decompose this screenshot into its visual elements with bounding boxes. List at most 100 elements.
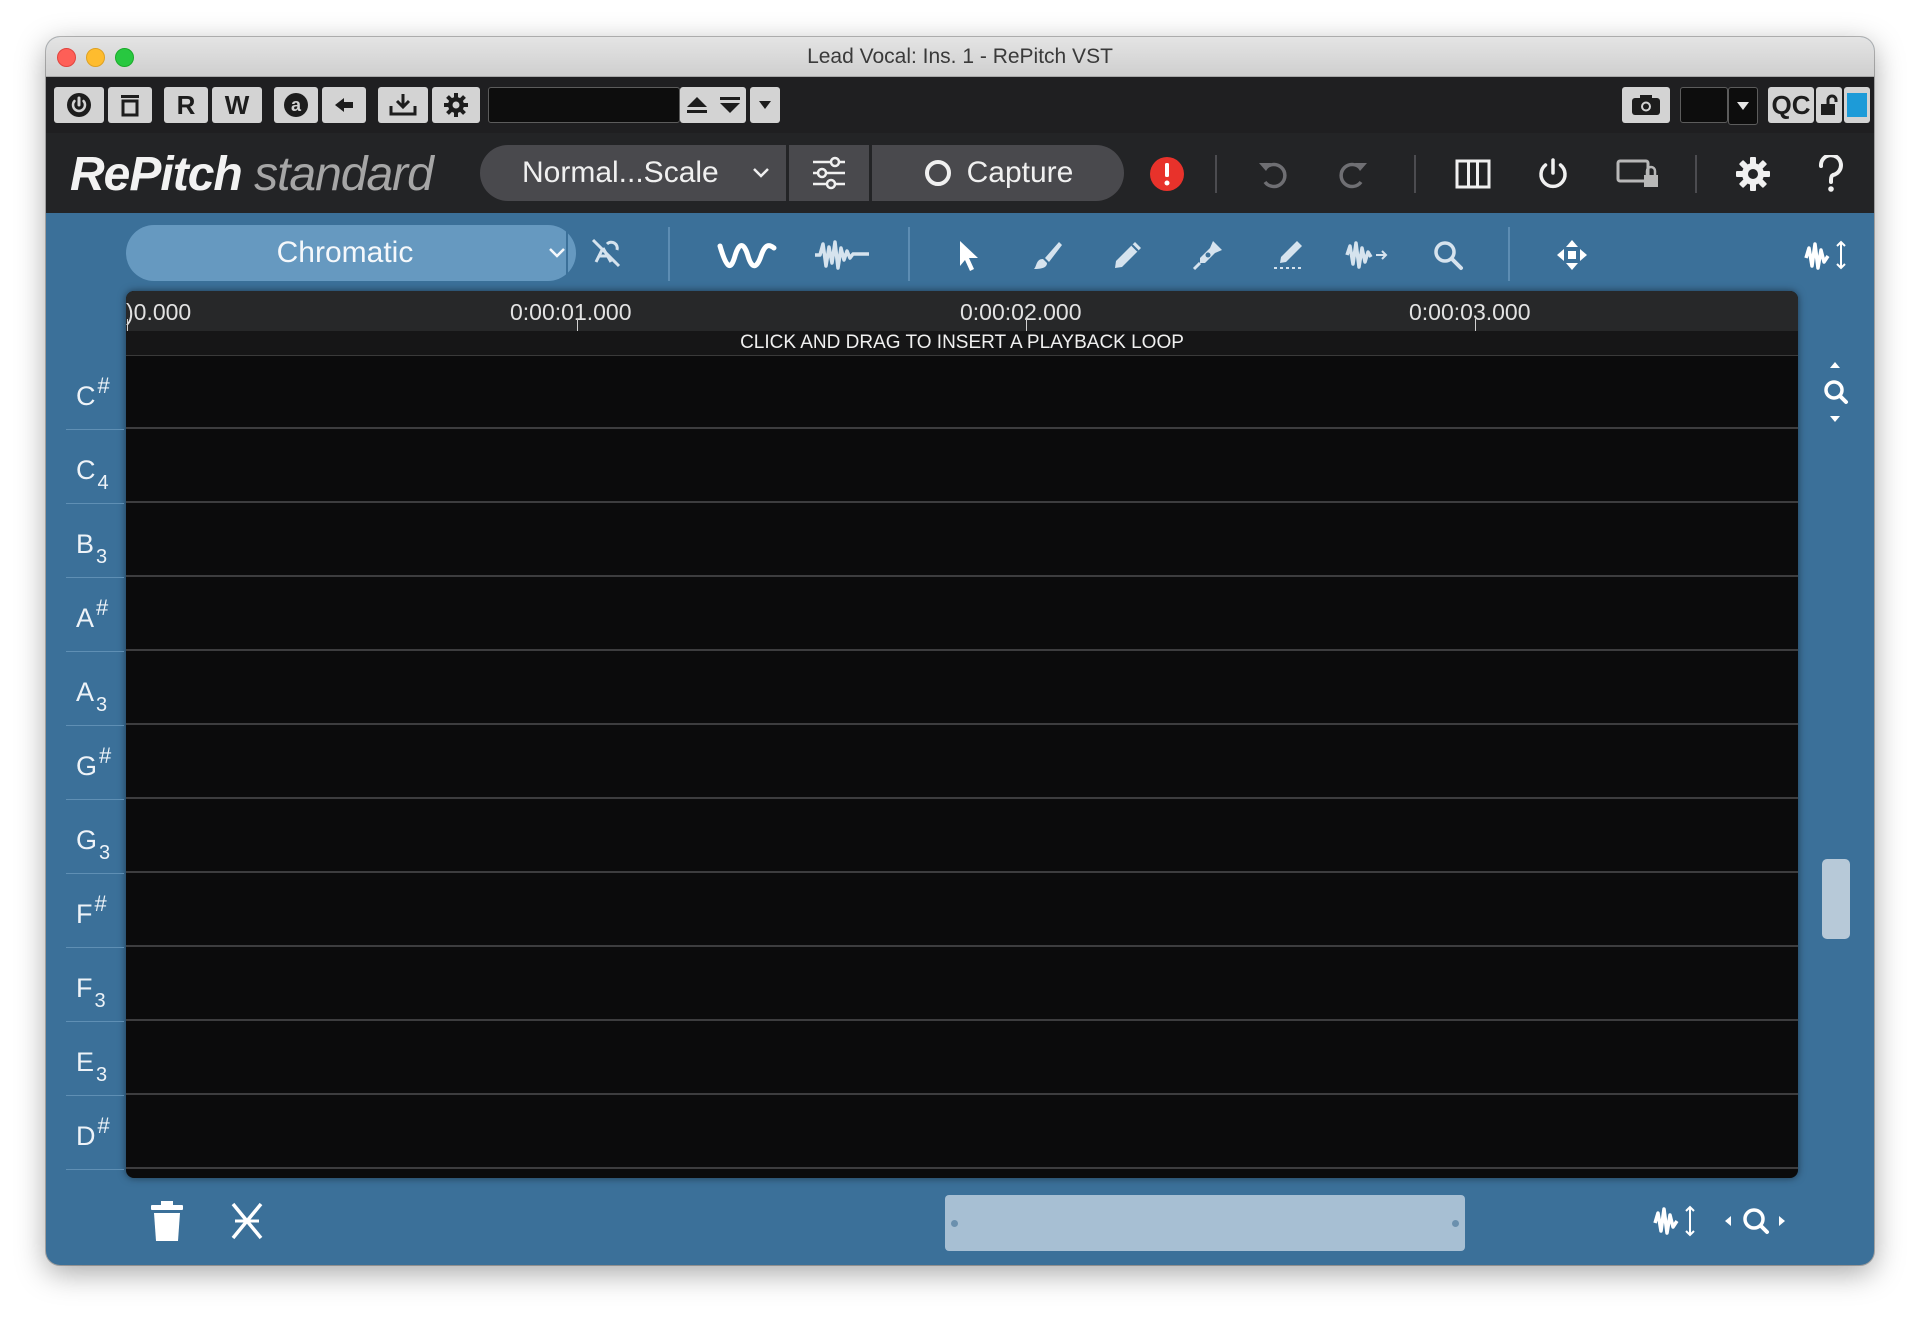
redo-icon	[1339, 162, 1367, 189]
undo-button[interactable]	[1254, 155, 1292, 193]
move-view-tool[interactable]	[1550, 233, 1594, 277]
gear-icon	[1736, 157, 1770, 191]
pointer-tool[interactable]	[946, 233, 990, 277]
chevron-down-icon	[753, 168, 769, 178]
pen-tool[interactable]	[1186, 233, 1230, 277]
read-automation-button[interactable]: R	[164, 87, 208, 123]
semitone-line	[126, 1093, 1798, 1095]
vertical-fit-bottom-button[interactable]	[1650, 1197, 1704, 1245]
redo-button[interactable]	[1334, 155, 1372, 193]
key-separator	[66, 503, 124, 504]
preset-selector[interactable]: Normal...Scale	[480, 145, 786, 201]
delete-button[interactable]	[142, 1193, 192, 1249]
key-separator	[66, 799, 124, 800]
scale-mode-selector[interactable]: Chromatic	[126, 225, 576, 281]
back-button[interactable]	[322, 87, 366, 123]
host-settings-button[interactable]	[432, 87, 480, 123]
route-icon	[389, 94, 417, 116]
snapshot-menu-button[interactable]	[1728, 87, 1758, 125]
vertical-fit-button[interactable]	[1802, 233, 1852, 277]
note-label: G3	[76, 825, 111, 864]
preset-settings-button[interactable]	[789, 145, 869, 201]
columns-view-button[interactable]	[1454, 155, 1492, 193]
semitone-line	[126, 871, 1798, 873]
time-ruler[interactable]: )0.000 0:00:01.000 0:00:02.000 0:00:03.0…	[126, 291, 1798, 332]
horizontal-scrollbar-thumb[interactable]	[945, 1195, 1465, 1251]
horizontal-zoom-icon	[1725, 1208, 1785, 1234]
snap-off-icon	[591, 238, 621, 268]
down-arrow-icon[interactable]	[718, 94, 742, 116]
key-separator	[66, 1169, 124, 1170]
pitch-editor[interactable]: )0.000 0:00:01.000 0:00:02.000 0:00:03.0…	[126, 291, 1798, 1178]
split-button[interactable]	[222, 1193, 272, 1249]
scrollbar-resize-handle[interactable]	[951, 1220, 958, 1227]
help-button[interactable]	[1812, 155, 1850, 193]
dropdown-icon	[1737, 102, 1749, 110]
tools-divider	[1508, 227, 1510, 281]
semitone-line	[126, 797, 1798, 799]
host-toolbar: R W a QC	[46, 77, 1874, 133]
waveform-icon	[815, 240, 869, 270]
gear-icon	[444, 93, 468, 117]
settings-button[interactable]	[1734, 155, 1772, 193]
lock-button[interactable]	[1816, 87, 1842, 123]
sliders-icon	[813, 156, 845, 190]
pointer-icon	[960, 241, 978, 271]
preset-switch-buttons[interactable]	[680, 87, 746, 123]
ruler-label-0: )0.000	[126, 299, 192, 325]
preset-menu-button[interactable]	[750, 87, 780, 123]
pencil-tool[interactable]	[1106, 233, 1150, 277]
note-label: C#	[76, 373, 110, 411]
routing-button[interactable]	[378, 87, 428, 123]
screen-lock-button[interactable]	[1614, 155, 1664, 193]
scale-pill-divider	[566, 225, 568, 281]
line-tool[interactable]	[1266, 233, 1310, 277]
snapshot-button[interactable]	[1622, 87, 1670, 123]
semitone-line	[126, 649, 1798, 651]
pitch-curve-tool[interactable]	[712, 233, 782, 277]
brush-tool[interactable]	[1026, 233, 1070, 277]
deactivate-button[interactable]	[108, 87, 152, 123]
capture-label: Capture	[966, 156, 1074, 189]
capture-button[interactable]: Capture	[872, 145, 1124, 201]
alert-button[interactable]	[1148, 155, 1186, 193]
power-icon	[1539, 158, 1567, 189]
note-label: A3	[76, 677, 108, 716]
snapshot-slot-field[interactable]	[1680, 87, 1728, 123]
write-automation-button[interactable]: W	[212, 87, 262, 123]
semitone-line	[126, 945, 1798, 947]
horizontal-zoom-control[interactable]	[1722, 1197, 1788, 1245]
line-pencil-icon	[1274, 241, 1302, 269]
key-separator	[66, 577, 124, 578]
loop-insert-bar[interactable]: CLICK AND DRAG TO INSERT A PLAYBACK LOOP	[126, 331, 1798, 356]
stretch-icon	[1345, 241, 1388, 269]
up-arrow-icon[interactable]	[685, 94, 709, 116]
columns-icon	[1455, 159, 1491, 189]
semitone-line	[126, 723, 1798, 725]
waveform-tool[interactable]	[810, 233, 874, 277]
note-label: F#	[76, 891, 107, 929]
scrollbar-resize-handle[interactable]	[1452, 1220, 1459, 1227]
logo-edition: standard	[254, 148, 434, 201]
semitone-line	[126, 1167, 1798, 1169]
dropdown-icon	[759, 101, 771, 109]
chevron-down-icon	[549, 248, 565, 258]
vertical-zoom-control[interactable]	[1814, 359, 1856, 425]
stretch-tool[interactable]	[1342, 233, 1392, 277]
alert-icon	[1150, 157, 1184, 191]
zoom-tool[interactable]	[1426, 233, 1470, 277]
ruler-tick	[127, 319, 128, 331]
trash-bypass-icon	[121, 95, 139, 117]
quick-controls-button[interactable]: QC	[1768, 87, 1814, 123]
plugin-bypass-button[interactable]	[1534, 155, 1572, 193]
bypass-power-button[interactable]	[54, 87, 104, 123]
brush-icon	[1034, 242, 1062, 269]
a-button[interactable]: a	[274, 87, 318, 123]
snap-toggle-button[interactable]	[584, 231, 628, 275]
vertical-scrollbar-thumb[interactable]	[1822, 859, 1850, 939]
preset-selector-label: Normal...Scale	[522, 156, 719, 189]
back-arrow-icon	[335, 98, 353, 112]
key-separator	[66, 1021, 124, 1022]
link-color-button[interactable]	[1844, 87, 1870, 123]
preset-name-field[interactable]	[488, 87, 680, 123]
